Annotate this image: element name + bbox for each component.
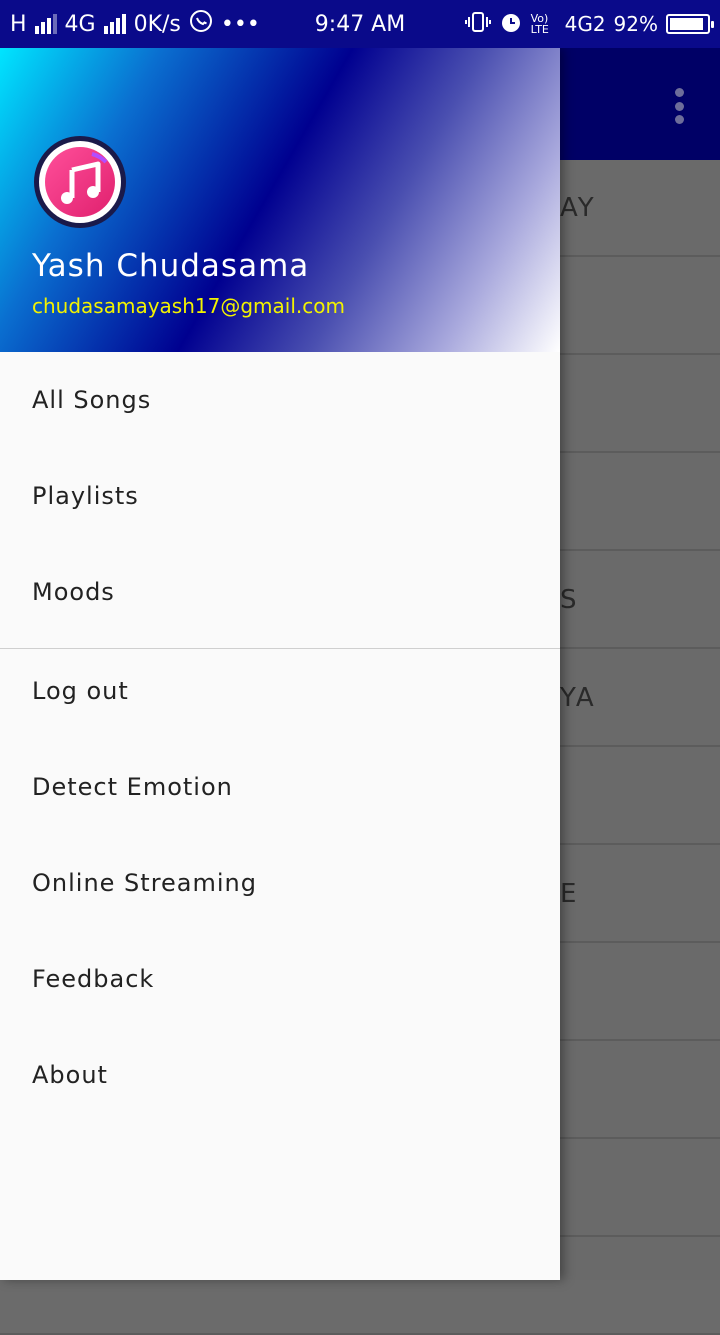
- menu-item-about[interactable]: About: [0, 1027, 560, 1123]
- menu-item-feedback[interactable]: Feedback: [0, 931, 560, 1027]
- menu-item-label: Feedback: [32, 965, 155, 993]
- menu-item-label: Log out: [32, 677, 129, 705]
- menu-item-label: Online Streaming: [32, 869, 257, 897]
- overflow-menu-icon[interactable]: [674, 88, 684, 124]
- alarm-icon: [499, 10, 523, 39]
- vibrate-icon: [464, 10, 491, 39]
- menu-item-label: Detect Emotion: [32, 773, 233, 801]
- user-name: Yash Chudasama: [32, 248, 310, 284]
- battery-percent: 92%: [613, 12, 658, 36]
- volte-label: Vo) LTE: [530, 12, 549, 36]
- menu-item-online-streaming[interactable]: Online Streaming: [0, 835, 560, 931]
- menu-item-log-out[interactable]: Log out: [0, 643, 560, 739]
- menu-item-label: All Songs: [32, 386, 152, 414]
- menu-item-label: Playlists: [32, 482, 139, 510]
- background-row-text: AY: [560, 192, 596, 223]
- app-logo: [34, 136, 126, 228]
- drawer-header: Yash Chudasama chudasamayash17@gmail.com: [0, 48, 560, 352]
- menu-item-all-songs[interactable]: All Songs: [0, 352, 560, 448]
- user-email: chudasamayash17@gmail.com: [32, 294, 345, 318]
- menu-item-moods[interactable]: Moods: [0, 544, 560, 640]
- background-row-text: S: [560, 584, 579, 615]
- battery-icon: [666, 14, 714, 34]
- background-row-text: YA: [560, 682, 596, 713]
- network-type-4g2: 4G2: [564, 12, 606, 36]
- status-right: Vo) LTE 4G2 92%: [464, 0, 714, 48]
- background-row-text: E: [560, 878, 579, 909]
- status-bar: H 4G 0K/s ••• 9:47 AM Vo) LTE 4G2 92%: [0, 0, 720, 48]
- music-note-icon: [61, 152, 108, 204]
- menu-item-label: About: [32, 1061, 108, 1089]
- menu-item-detect-emotion[interactable]: Detect Emotion: [0, 739, 560, 835]
- drawer-menu: All Songs Playlists Moods Log out Detect…: [0, 352, 560, 1123]
- menu-item-label: Moods: [32, 578, 115, 606]
- navigation-drawer: Yash Chudasama chudasamayash17@gmail.com…: [0, 48, 560, 1280]
- menu-item-playlists[interactable]: Playlists: [0, 448, 560, 544]
